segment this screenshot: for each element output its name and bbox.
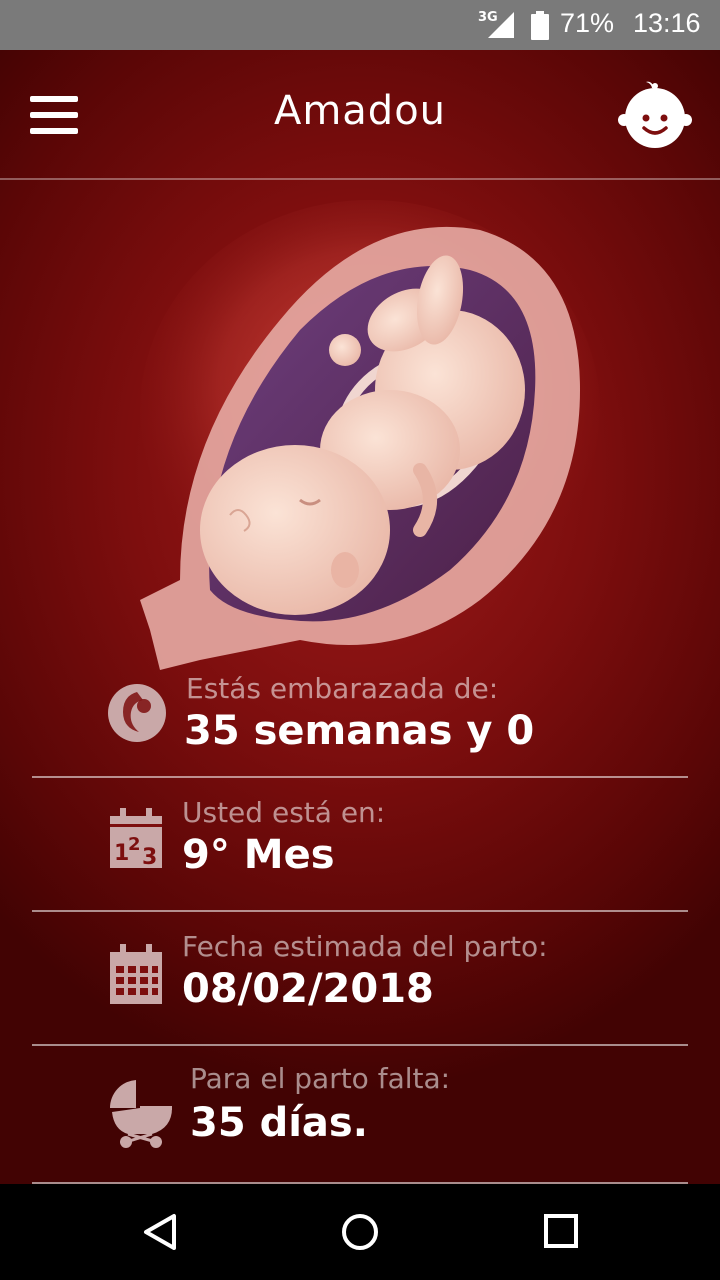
network-signal-icon: 3G [478, 10, 516, 40]
info-row-weeks: Estás embarazada de: 35 semanas y 0 [32, 666, 688, 778]
battery-percent: 71% [560, 8, 615, 38]
info-label: Usted está en: [182, 796, 386, 829]
navigation-bar [0, 1184, 720, 1280]
toolbar: Amadou [0, 50, 720, 180]
svg-text:2: 2 [128, 834, 141, 855]
fetus-in-womb-illustration [120, 200, 610, 670]
info-value: 35 días. [190, 1100, 368, 1146]
status-bar: 3G 71% 13:16 [0, 0, 720, 50]
info-label: Para el parto falta: [190, 1062, 451, 1095]
recents-square-icon[interactable] [542, 1212, 582, 1252]
svg-text:3: 3 [142, 845, 157, 870]
calendar-grid-icon [108, 944, 164, 1010]
fetus-circle-icon [106, 682, 168, 748]
baby-face-icon[interactable] [618, 78, 692, 150]
home-circle-icon[interactable] [340, 1212, 380, 1252]
info-value: 9° Mes [182, 832, 335, 878]
info-row-month: 1 2 3 Usted está en: 9° Mes [32, 778, 688, 912]
status-clock: 13:16 [633, 8, 701, 38]
info-label: Fecha estimada del parto: [182, 930, 548, 963]
info-row-due-date: Fecha estimada del parto: 08/02/2018 [32, 912, 688, 1046]
baby-stroller-icon [106, 1076, 174, 1154]
page-title: Amadou [273, 88, 447, 134]
info-value: 08/02/2018 [182, 966, 434, 1012]
info-value: 35 semanas y 0 [184, 708, 535, 754]
battery-icon [530, 11, 550, 40]
app-screen: Amadou Estás embarazada de: 35 semanas y… [0, 50, 720, 1184]
back-triangle-icon[interactable] [140, 1212, 180, 1252]
calendar-123-icon: 1 2 3 [108, 808, 164, 874]
info-row-days-left: Para el parto falta: 35 días. [32, 1046, 688, 1184]
info-label: Estás embarazada de: [186, 672, 499, 705]
